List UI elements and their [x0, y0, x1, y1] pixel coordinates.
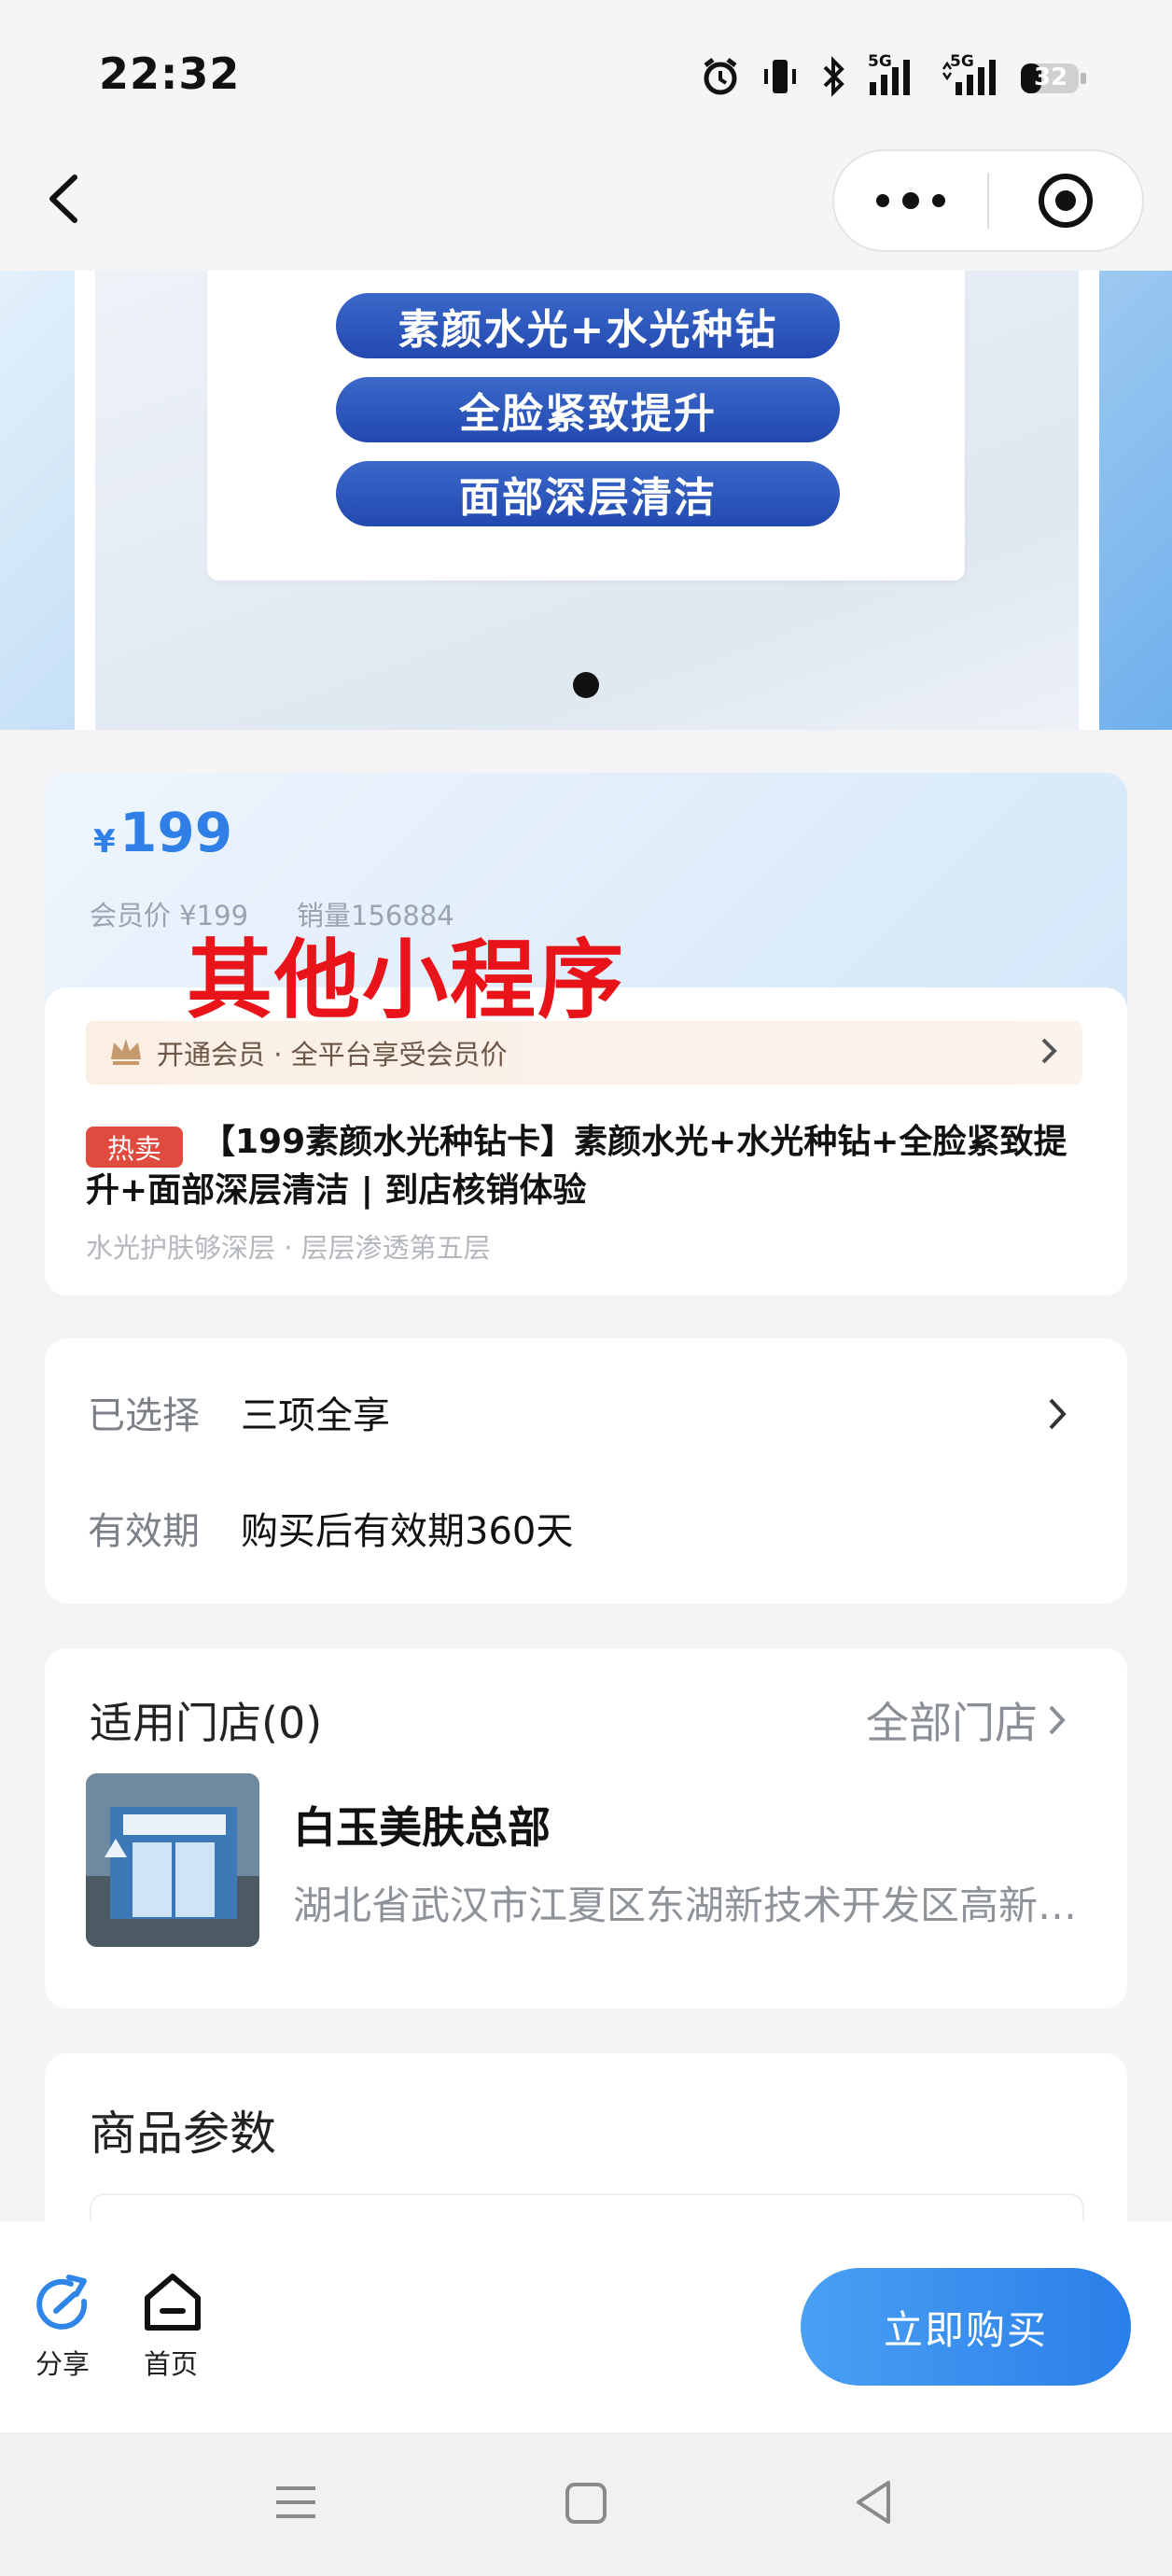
bluetooth-icon — [819, 56, 847, 101]
banner-pill-1: 素颜水光+水光种钻 — [336, 293, 840, 358]
store-name[interactable]: 白玉美肤总部 — [293, 1794, 551, 1855]
signal-icon-1: 5G — [868, 52, 920, 101]
validity-value: 购买后有效期360天 — [241, 1510, 574, 1553]
store-address: 湖北省武汉市江夏区东湖新技术开发区高新大道 — [293, 1883, 1086, 1928]
all-stores-label: 全部门店 — [866, 1698, 1038, 1748]
menu-icon[interactable] — [272, 2479, 319, 2529]
product-title: 【199素颜水光种钻卡】素颜水光+水光种钻+全脸紧致提升+面部深层清洁 | 到店… — [86, 1123, 1067, 1210]
vibrate-icon — [761, 56, 799, 101]
params-title: 商品参数 — [90, 2107, 276, 2161]
product-banner[interactable]: 素颜水光+水光种钻 全脸紧致提升 面部深层清洁 — [0, 271, 1172, 730]
chevron-right-icon — [1045, 1394, 1071, 1437]
back-triangle-icon[interactable] — [851, 2477, 896, 2531]
signal-icon-2: 5G — [941, 52, 998, 101]
back-arrow-icon[interactable] — [37, 166, 93, 231]
banner-pill-2: 全脸紧致提升 — [336, 377, 840, 442]
member-bar-text: 开通会员 · 全平台享受会员价 — [157, 1039, 508, 1071]
share-label[interactable]: 分享 — [35, 2343, 90, 2382]
product-subtitle: 水光护肤够深层 · 层层渗透第五层 — [86, 1232, 491, 1264]
miniprogram-capsule — [832, 149, 1144, 252]
more-options-icon[interactable] — [834, 151, 987, 250]
status-time: 22:32 — [99, 49, 241, 99]
carousel-indicator-dot — [573, 672, 599, 698]
watermark-label: 其他小程序 — [187, 931, 626, 1030]
battery-icon: 32 — [1019, 60, 1088, 97]
price-currency: ¥ — [93, 823, 116, 861]
signal-2-label: 5G — [950, 52, 974, 71]
store-photo[interactable] — [86, 1773, 259, 1947]
home-label[interactable]: 首页 — [144, 2343, 198, 2382]
status-icons: 5G 5G 32 — [700, 52, 1088, 105]
signal-1-label: 5G — [868, 52, 892, 71]
battery-level: 32 — [1034, 63, 1068, 91]
chevron-right-icon — [1049, 1705, 1066, 1735]
chevron-right-icon — [1038, 1034, 1060, 1071]
price-value: 199 — [119, 801, 233, 864]
banner-pill-3: 面部深层清洁 — [336, 461, 840, 526]
hot-badge: 热卖 — [86, 1127, 183, 1168]
all-stores-link[interactable]: 全部门店 — [866, 1689, 1069, 1751]
crown-icon — [108, 1035, 144, 1071]
selected-spec-row[interactable]: 已选择 三项全享 — [45, 1363, 1127, 1465]
selected-label: 已选择 — [88, 1394, 200, 1437]
alarm-icon — [700, 56, 741, 101]
share-icon[interactable] — [34, 2274, 97, 2337]
buy-now-button[interactable]: 立即购买 — [801, 2268, 1131, 2386]
selected-value: 三项全享 — [241, 1394, 390, 1437]
stores-title: 适用门店(0) — [90, 1698, 323, 1748]
home-icon[interactable] — [140, 2270, 205, 2335]
home-square-icon[interactable] — [564, 2481, 608, 2529]
validity-label: 有效期 — [88, 1510, 200, 1553]
close-miniprogram-icon[interactable] — [989, 151, 1142, 250]
